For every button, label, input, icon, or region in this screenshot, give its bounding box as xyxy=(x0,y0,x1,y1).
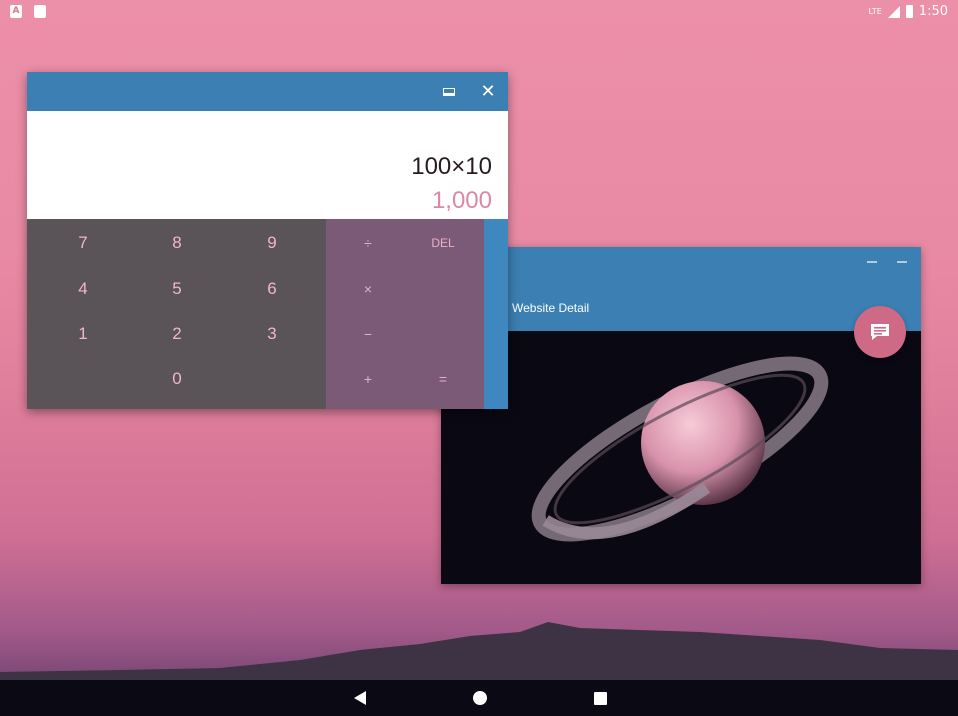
clock: 1:50 xyxy=(918,4,948,19)
minimize-icon[interactable] xyxy=(867,261,877,263)
recents-icon xyxy=(593,691,607,705)
minus-key[interactable]: − xyxy=(338,312,398,356)
signal-icon xyxy=(887,5,900,18)
key-2[interactable]: 2 xyxy=(147,312,207,356)
wallpaper-mountains xyxy=(0,622,958,680)
message-fab-button[interactable] xyxy=(854,306,906,358)
delete-key[interactable]: DEL xyxy=(413,221,473,265)
key-3[interactable]: 3 xyxy=(242,312,302,356)
back-icon xyxy=(354,691,366,705)
key-6[interactable]: 6 xyxy=(242,267,302,311)
key-4[interactable]: 4 xyxy=(53,267,113,311)
formula-display: 100×10 xyxy=(411,153,492,180)
close-icon[interactable] xyxy=(897,261,907,263)
plus-key[interactable]: + xyxy=(338,357,398,401)
maximize-button[interactable] xyxy=(435,72,463,111)
advanced-panel-handle[interactable] xyxy=(484,219,508,409)
status-bar: A LTE 1:50 xyxy=(0,0,958,24)
calculator-window[interactable]: ✕ 100×10 1,000 7 8 9 4 5 6 1 2 3 0 ÷ DEL… xyxy=(27,72,508,409)
message-icon xyxy=(871,324,889,340)
saturn-planet-image xyxy=(441,331,921,584)
text-a-icon: A xyxy=(10,5,22,18)
equals-key[interactable]: = xyxy=(413,357,473,401)
recents-button[interactable] xyxy=(580,680,620,716)
sd-card-icon xyxy=(34,5,46,18)
result-display: 1,000 xyxy=(431,187,492,214)
calculator-keypad: 7 8 9 4 5 6 1 2 3 0 ÷ DEL × − + = xyxy=(27,219,508,409)
navigation-bar xyxy=(0,680,958,716)
close-icon: ✕ xyxy=(480,81,496,102)
maximize-icon xyxy=(443,87,455,96)
battery-icon xyxy=(905,5,913,18)
website-app-bar: Website Detail xyxy=(441,247,921,331)
multiply-key[interactable]: × xyxy=(338,267,398,311)
operator-pad: ÷ DEL × − + = xyxy=(326,219,484,409)
window-controls xyxy=(867,261,907,263)
key-7[interactable]: 7 xyxy=(53,221,113,265)
number-pad: 7 8 9 4 5 6 1 2 3 0 xyxy=(27,219,326,409)
home-button[interactable] xyxy=(460,680,500,716)
key-0[interactable]: 0 xyxy=(147,357,207,401)
close-button[interactable]: ✕ xyxy=(474,72,502,111)
key-5[interactable]: 5 xyxy=(147,267,207,311)
key-8[interactable]: 8 xyxy=(147,221,207,265)
key-9[interactable]: 9 xyxy=(242,221,302,265)
network-type-label: LTE xyxy=(868,7,882,16)
key-1[interactable]: 1 xyxy=(53,312,113,356)
website-title: Website Detail xyxy=(512,301,590,315)
calculator-titlebar[interactable]: ✕ xyxy=(27,72,508,111)
calculator-display: 100×10 1,000 xyxy=(27,111,508,219)
divide-key[interactable]: ÷ xyxy=(338,221,398,265)
website-detail-window[interactable]: Website Detail xyxy=(441,247,921,584)
back-button[interactable] xyxy=(340,680,380,716)
home-icon xyxy=(473,691,487,705)
